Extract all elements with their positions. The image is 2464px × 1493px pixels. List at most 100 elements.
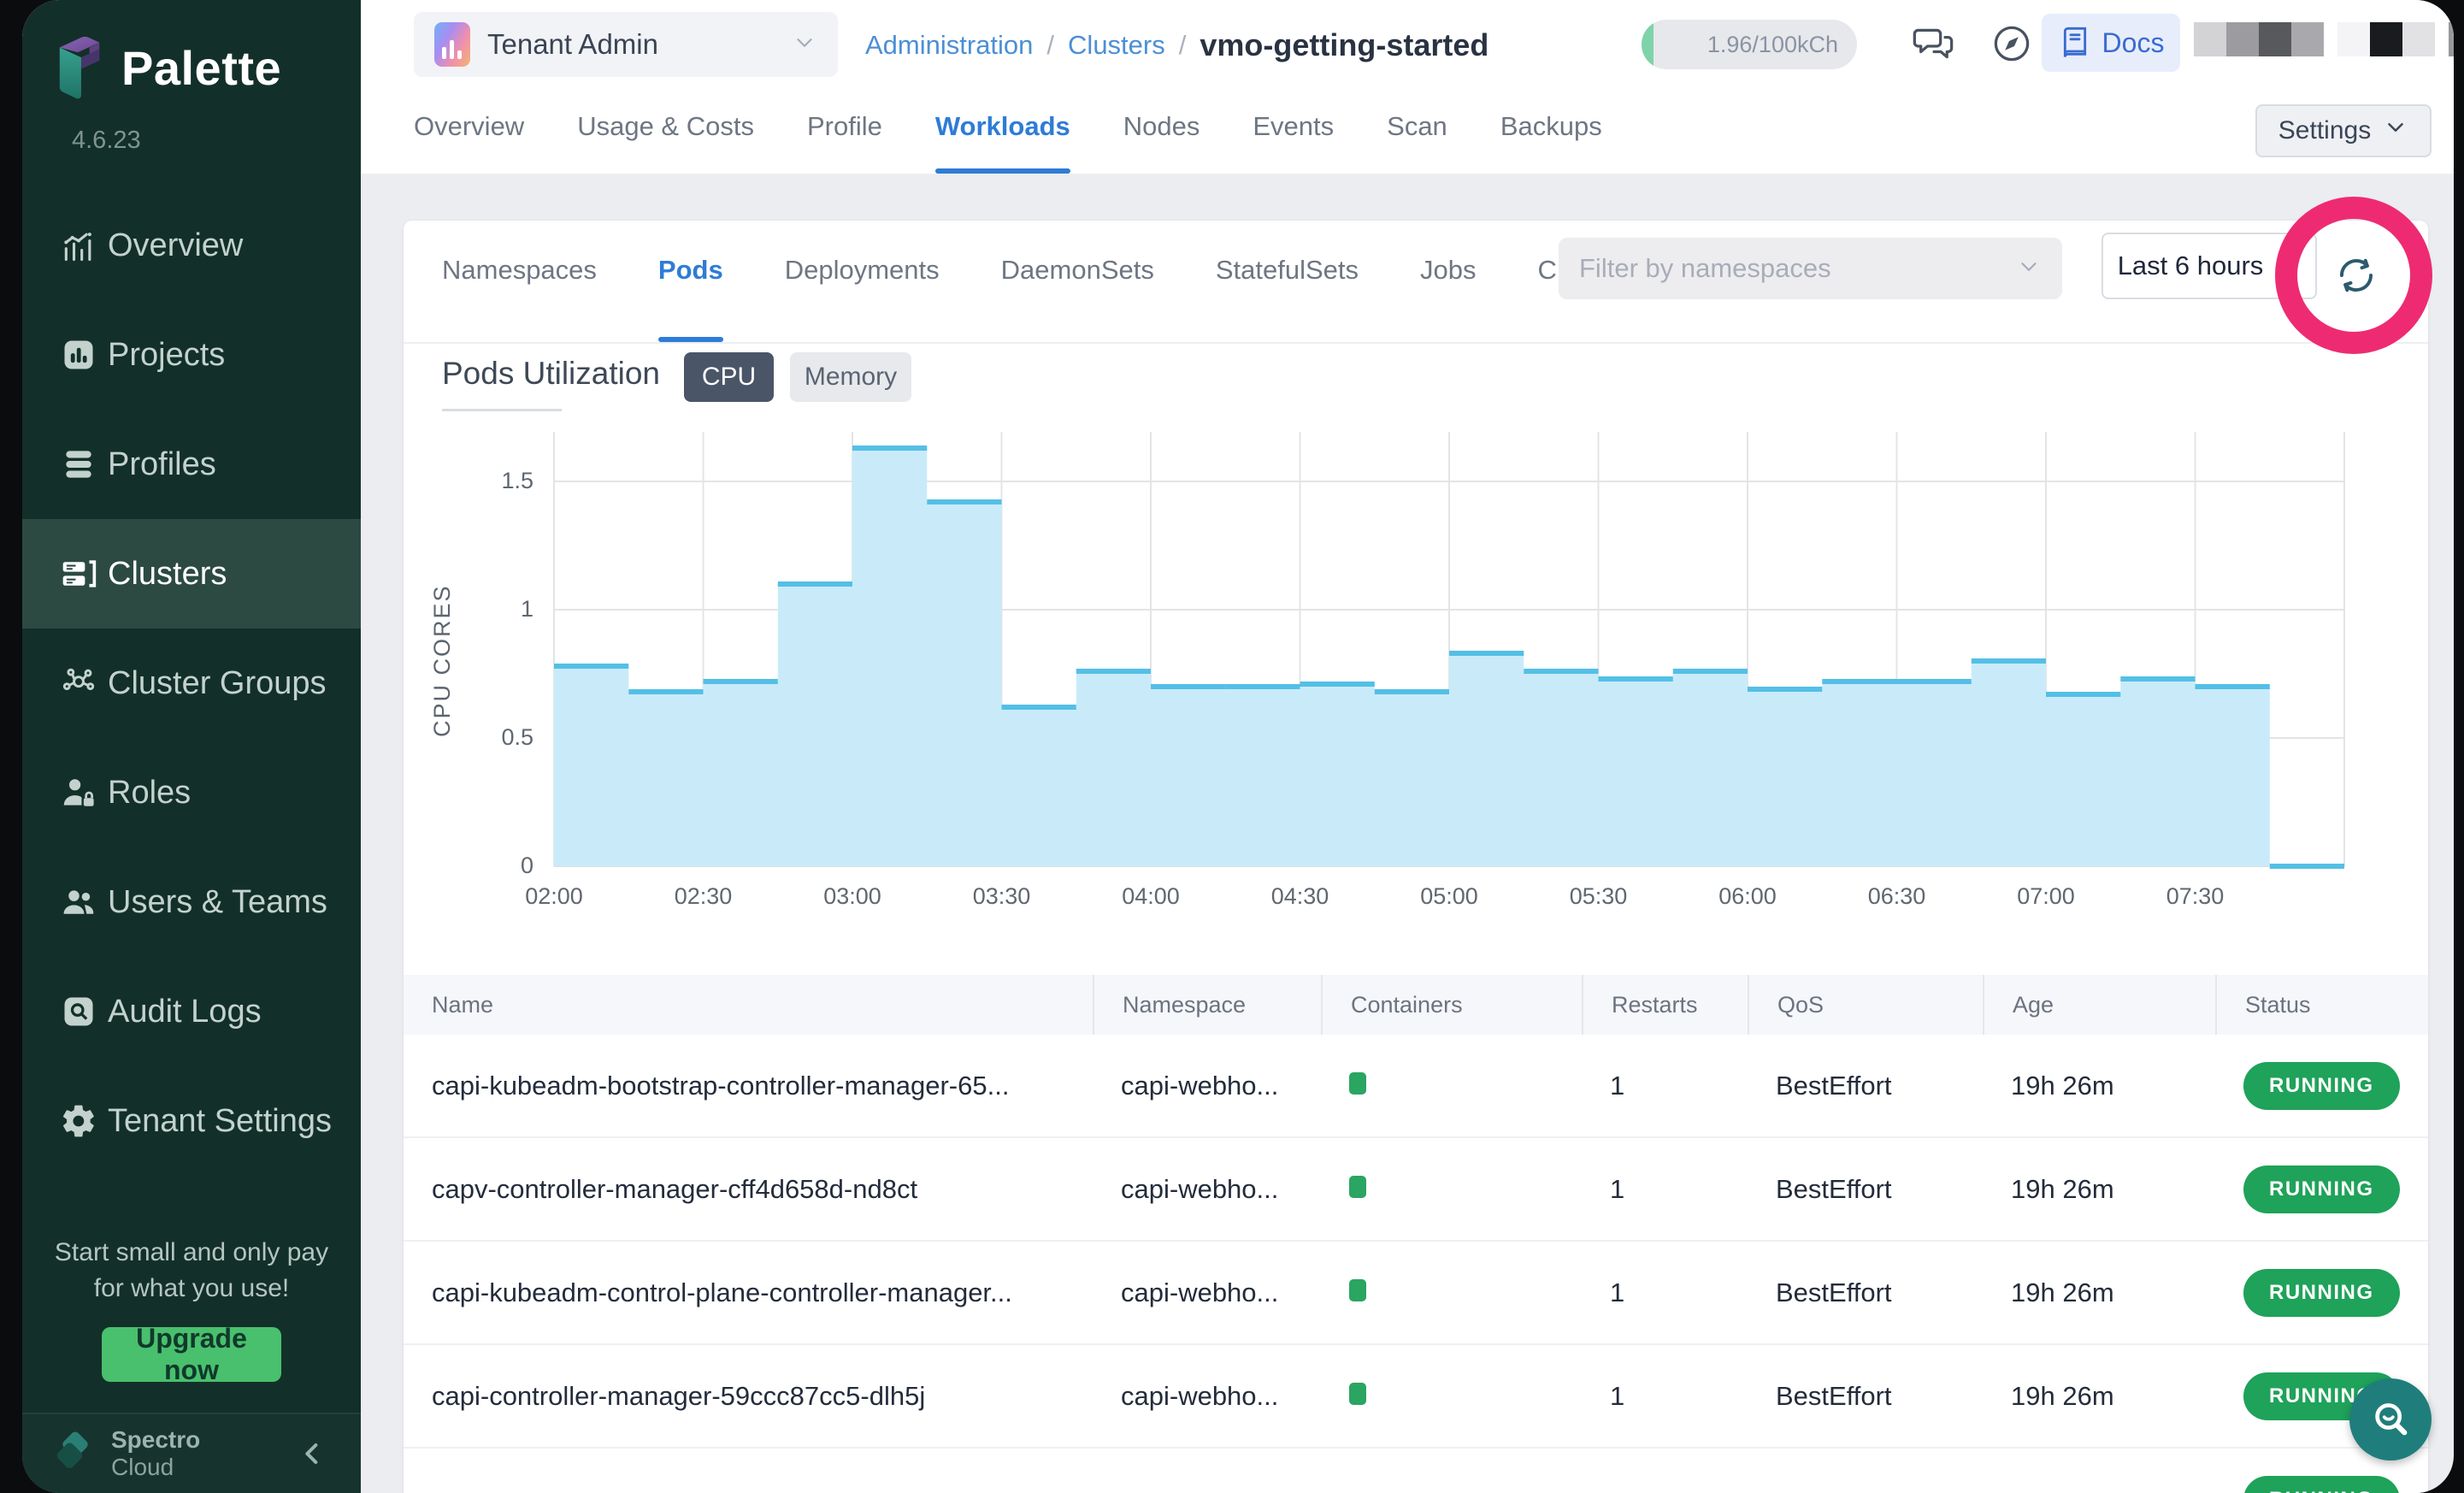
subtab-jobs[interactable]: Jobs xyxy=(1420,221,1476,342)
column-header-namespace[interactable]: Namespace xyxy=(1093,975,1321,1035)
column-header-qos[interactable]: QoS xyxy=(1748,975,1983,1035)
audit-logs-icon xyxy=(58,991,99,1032)
redacted-gap xyxy=(2435,22,2449,56)
workload-subtabs: Namespaces Pods Deployments DaemonSets State… xyxy=(442,221,1651,342)
chevron-down-icon xyxy=(792,30,817,60)
docs-button[interactable]: Docs xyxy=(2042,14,2180,72)
tab-label: Events xyxy=(1253,111,1334,142)
svg-text:04:30: 04:30 xyxy=(1271,883,1329,909)
sidebar-item-label: Profiles xyxy=(108,446,216,483)
upgrade-now-button[interactable]: Upgrade now xyxy=(102,1327,281,1382)
redacted-gap xyxy=(2324,22,2337,56)
subtab-statefulsets[interactable]: StatefulSets xyxy=(1216,221,1359,342)
breadcrumb-separator: / xyxy=(1046,30,1054,61)
column-header-status[interactable]: Status xyxy=(2215,975,2428,1035)
subtab-label: Jobs xyxy=(1420,255,1476,286)
chat-icon[interactable] xyxy=(1908,19,1958,68)
settings-button[interactable]: Settings xyxy=(2255,104,2432,157)
profiles-icon xyxy=(58,444,99,485)
sidebar-item-profiles[interactable]: Profiles xyxy=(22,410,361,519)
table-row[interactable]: capv-controller-manager-cff4d658d-nd8ctc… xyxy=(404,1138,2428,1242)
table-row[interactable]: capi-kubeadm-control-plane-controller-ma… xyxy=(404,1242,2428,1345)
y-axis-tick: 1.5 xyxy=(465,468,533,494)
toggle-cpu[interactable]: CPU xyxy=(684,352,774,402)
table-row[interactable]: RUNNING xyxy=(404,1449,2428,1493)
status-badge: RUNNING xyxy=(2243,1165,2400,1213)
tab-scan[interactable]: Scan xyxy=(1387,90,1447,174)
pod-qos: BestEffort xyxy=(1776,1071,1892,1101)
users-icon xyxy=(58,882,99,923)
tab-profile[interactable]: Profile xyxy=(807,90,882,174)
column-header-restarts[interactable]: Restarts xyxy=(1582,975,1748,1035)
sidebar-footer: Spectro Cloud xyxy=(22,1413,361,1493)
pod-age: 19h 26m xyxy=(2011,1071,2114,1101)
toggle-memory[interactable]: Memory xyxy=(790,352,911,402)
breadcrumb-link-clusters[interactable]: Clusters xyxy=(1068,30,1165,61)
refresh-button[interactable] xyxy=(2332,251,2380,299)
subtab-daemonsets[interactable]: DaemonSets xyxy=(1001,221,1154,342)
breadcrumb-row: Tenant Admin Administration/Clusters/vmo… xyxy=(361,0,2454,90)
projects-icon xyxy=(58,334,99,375)
status-badge: RUNNING xyxy=(2243,1476,2400,1493)
settings-button-label: Settings xyxy=(2278,116,2371,145)
column-header-age[interactable]: Age xyxy=(1983,975,2215,1035)
tab-usage-costs[interactable]: Usage & Costs xyxy=(577,90,754,174)
sidebar-item-cluster-groups[interactable]: Cluster Groups xyxy=(22,628,361,738)
subtab-label: Pods xyxy=(658,255,723,286)
sidebar-item-label: Overview xyxy=(108,227,243,264)
sidebar-item-overview[interactable]: Overview xyxy=(22,191,361,300)
tenant-selector-label: Tenant Admin xyxy=(487,28,775,61)
time-range-value: Last 6 hours xyxy=(2118,251,2264,281)
sidebar-item-label: Roles xyxy=(108,775,191,811)
container-status-dot xyxy=(1349,1383,1366,1405)
breadcrumb-link-administration[interactable]: Administration xyxy=(865,30,1033,61)
tab-label: Usage & Costs xyxy=(577,111,754,142)
svg-text:05:30: 05:30 xyxy=(1570,883,1628,909)
pod-name: capi-kubeadm-bootstrap-controller-manage… xyxy=(432,1071,1009,1101)
tab-nodes[interactable]: Nodes xyxy=(1123,90,1200,174)
table-body: capi-kubeadm-bootstrap-controller-manage… xyxy=(404,1035,2428,1493)
tab-workloads[interactable]: Workloads xyxy=(935,90,1070,174)
sidebar-item-audit-logs[interactable]: Audit Logs xyxy=(22,957,361,1066)
pod-restarts: 1 xyxy=(1610,1174,1624,1204)
sidebar-item-roles[interactable]: Roles xyxy=(22,738,361,847)
column-header-containers[interactable]: Containers xyxy=(1321,975,1582,1035)
pod-qos: BestEffort xyxy=(1776,1278,1892,1307)
status-badge: RUNNING xyxy=(2243,1062,2400,1110)
sidebar-item-users-teams[interactable]: Users & Teams xyxy=(22,847,361,957)
tab-events[interactable]: Events xyxy=(1253,90,1334,174)
tab-label: Overview xyxy=(414,111,524,142)
subtab-deployments[interactable]: Deployments xyxy=(785,221,940,342)
table-row[interactable]: capi-kubeadm-bootstrap-controller-manage… xyxy=(404,1035,2428,1138)
topbar: Tenant Admin Administration/Clusters/vmo… xyxy=(361,0,2454,175)
usage-quota-pill: 1.96/100kCh xyxy=(1642,20,1857,69)
pod-age: 19h 26m xyxy=(2011,1381,2114,1411)
container-status-dot xyxy=(1349,1279,1366,1301)
palette-logo: Palette xyxy=(55,34,281,101)
sidebar-item-projects[interactable]: Projects xyxy=(22,300,361,410)
sidebar-item-label: Tenant Settings xyxy=(108,1103,332,1140)
svg-text:06:00: 06:00 xyxy=(1718,883,1777,909)
tab-label: Nodes xyxy=(1123,111,1200,142)
y-axis-tick: 1 xyxy=(465,596,533,623)
table-row[interactable]: capi-controller-manager-59ccc87cc5-dlh5j… xyxy=(404,1345,2428,1449)
subtab-pods[interactable]: Pods xyxy=(658,221,723,342)
tenant-selector[interactable]: Tenant Admin xyxy=(414,12,838,77)
tab-label: Scan xyxy=(1387,111,1447,142)
sidebar-collapse-button[interactable] xyxy=(296,1437,330,1471)
divider xyxy=(404,342,2428,344)
pod-namespace: capi-webho... xyxy=(1121,1071,1278,1101)
namespace-filter-input[interactable]: Filter by namespaces xyxy=(1559,238,2062,299)
subtab-namespaces[interactable]: Namespaces xyxy=(442,221,597,342)
tab-backups[interactable]: Backups xyxy=(1500,90,1602,174)
redacted-block xyxy=(2259,22,2291,56)
compass-icon[interactable] xyxy=(1987,19,2037,68)
column-header-name[interactable]: Name xyxy=(404,975,1093,1035)
sidebar-item-tenant-settings[interactable]: Tenant Settings xyxy=(22,1066,361,1176)
time-range-select[interactable]: Last 6 hours xyxy=(2101,233,2317,299)
tab-overview[interactable]: Overview xyxy=(414,90,524,174)
y-axis-label: CPU CORES xyxy=(429,503,456,819)
help-chat-button[interactable] xyxy=(2349,1378,2432,1461)
sidebar-item-clusters[interactable]: Clusters xyxy=(22,519,361,628)
subtab-label: DaemonSets xyxy=(1001,255,1154,286)
